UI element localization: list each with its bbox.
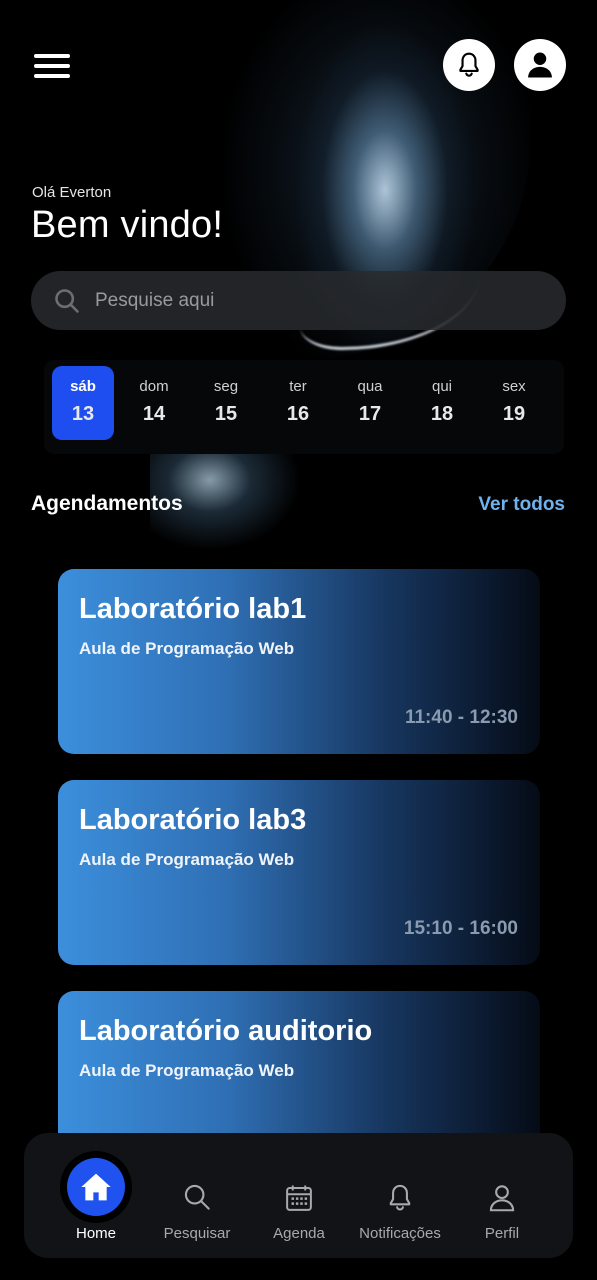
menu-icon-line bbox=[34, 54, 70, 58]
day-name: sáb bbox=[70, 378, 96, 395]
appointment-time: 11:40 - 12:30 bbox=[404, 707, 518, 728]
bell-icon bbox=[459, 52, 479, 77]
day-name: sex bbox=[502, 378, 526, 395]
home-button[interactable] bbox=[67, 1158, 125, 1216]
profile-button[interactable] bbox=[514, 39, 566, 91]
appointment-card[interactable]: Laboratório lab3 Aula de Programação Web… bbox=[58, 780, 540, 965]
nav-item-search[interactable]: Pesquisar bbox=[154, 1133, 240, 1258]
appointment-card[interactable]: Laboratório lab1 Aula de Programação Web… bbox=[58, 569, 540, 754]
calendar-day[interactable]: qua 17 bbox=[339, 366, 401, 440]
appointment-subtitle: Aula de Programação Web bbox=[79, 639, 295, 658]
day-name: ter bbox=[289, 378, 307, 395]
appointment-title: Laboratório lab3 bbox=[79, 804, 307, 836]
appointment-time: 15:10 - 16:00 bbox=[403, 918, 518, 939]
day-name: qui bbox=[431, 378, 453, 395]
see-all-link[interactable]: Ver todos bbox=[478, 494, 565, 516]
appointment-subtitle: Aula de Programação Web bbox=[79, 1061, 295, 1080]
day-number: 16 bbox=[286, 403, 310, 425]
nav-label: Home bbox=[75, 1225, 116, 1242]
day-number: 19 bbox=[502, 403, 526, 425]
day-number: 18 bbox=[430, 403, 454, 425]
calendar-day[interactable]: seg 15 bbox=[195, 366, 257, 440]
day-name: seg bbox=[213, 378, 239, 395]
search-input[interactable]: Pesquise aqui bbox=[95, 290, 214, 312]
calendar-icon bbox=[286, 1185, 312, 1211]
day-name: dom bbox=[139, 378, 169, 395]
bottom-navigation: Home Pesquisar Agenda Notificações Perfi… bbox=[24, 1133, 573, 1258]
day-name: qua bbox=[357, 378, 383, 395]
nav-item-home[interactable]: Home bbox=[54, 1133, 138, 1258]
appointment-title: Laboratório auditorio bbox=[79, 1015, 373, 1047]
nav-item-notifications[interactable]: Notificações bbox=[352, 1133, 448, 1258]
appointment-subtitle: Aula de Programação Web bbox=[79, 850, 295, 869]
search-icon bbox=[184, 1184, 210, 1210]
menu-icon-line bbox=[34, 64, 70, 68]
calendar-day[interactable]: dom 14 bbox=[123, 366, 185, 440]
day-number: 14 bbox=[142, 403, 166, 425]
user-icon bbox=[528, 52, 552, 78]
nav-label: Perfil bbox=[484, 1225, 520, 1242]
notifications-button[interactable] bbox=[443, 39, 495, 91]
background-glow-mid bbox=[150, 440, 380, 590]
search-bar[interactable]: Pesquise aqui bbox=[31, 271, 566, 330]
calendar-day-selected[interactable]: sáb 13 bbox=[52, 366, 114, 440]
home-icon bbox=[81, 1173, 111, 1201]
nav-label: Pesquisar bbox=[163, 1225, 231, 1242]
day-number: 15 bbox=[214, 403, 238, 425]
nav-item-profile[interactable]: Perfil bbox=[464, 1133, 540, 1258]
greeting-text: Olá Everton bbox=[32, 184, 112, 201]
user-icon bbox=[489, 1185, 515, 1212]
appointment-title: Laboratório lab1 bbox=[79, 593, 307, 625]
page-title: Bem vindo! bbox=[31, 204, 224, 246]
day-number: 13 bbox=[71, 403, 95, 425]
nav-label: Agenda bbox=[273, 1225, 325, 1242]
nav-label: Notificações bbox=[359, 1225, 441, 1242]
menu-icon-line bbox=[34, 74, 70, 78]
day-number: 17 bbox=[358, 403, 382, 425]
calendar-day[interactable]: ter 16 bbox=[267, 366, 329, 440]
nav-item-agenda[interactable]: Agenda bbox=[258, 1133, 340, 1258]
calendar-day[interactable]: sex 19 bbox=[483, 366, 545, 440]
calendar-day[interactable]: qui 18 bbox=[411, 366, 473, 440]
week-calendar: sáb 13 dom 14 seg 15 ter 16 qua 17 qui 1… bbox=[44, 360, 564, 454]
section-title: Agendamentos bbox=[31, 492, 183, 515]
search-icon bbox=[55, 288, 79, 313]
bell-icon bbox=[389, 1184, 411, 1211]
home-button-ring bbox=[60, 1151, 132, 1223]
menu-button[interactable] bbox=[32, 50, 72, 82]
